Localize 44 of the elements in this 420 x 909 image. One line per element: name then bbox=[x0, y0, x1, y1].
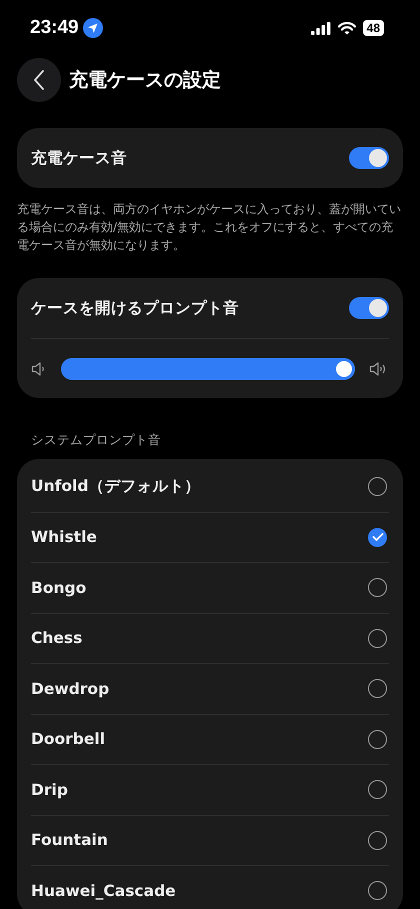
volume-low-icon bbox=[31, 360, 47, 376]
battery-indicator: 48 bbox=[362, 20, 384, 36]
radio-button[interactable] bbox=[368, 578, 387, 598]
radio-button[interactable] bbox=[368, 679, 387, 698]
back-button[interactable] bbox=[17, 58, 61, 102]
status-time: 23:49 bbox=[30, 17, 79, 39]
radio-button[interactable] bbox=[368, 628, 387, 648]
slider-thumb[interactable] bbox=[336, 360, 352, 376]
sound-option[interactable]: Unfold（デフォルト） bbox=[31, 462, 389, 512]
sound-name: Dewdrop bbox=[31, 680, 110, 698]
sound-name: Doorbell bbox=[31, 730, 106, 748]
sound-option[interactable]: Bongo bbox=[31, 563, 389, 612]
sound-option[interactable]: Chess bbox=[31, 614, 389, 663]
sound-name: Drip bbox=[31, 780, 68, 799]
signal-icon bbox=[310, 22, 331, 34]
setting-label: ケースを開けるプロンプト音 bbox=[31, 298, 239, 318]
radio-button[interactable] bbox=[368, 881, 387, 900]
chevron-left-icon bbox=[33, 70, 45, 90]
sound-option[interactable]: Fountain bbox=[31, 816, 389, 865]
radio-button[interactable] bbox=[368, 780, 387, 800]
description-text: 充電ケース音は、両方のイヤホンがケースに入っており、蓋が開いている場合にのみ有効/無効にできます。これをオフにすると、すべての充電ケース音が無効になります。 bbox=[17, 201, 402, 254]
toggle-switch[interactable] bbox=[349, 297, 389, 319]
volume-slider[interactable] bbox=[61, 358, 355, 380]
radio-button[interactable] bbox=[368, 730, 387, 749]
wifi-icon bbox=[338, 22, 356, 34]
radio-button[interactable] bbox=[368, 528, 387, 547]
sound-option[interactable]: Drip bbox=[31, 765, 389, 814]
sound-option[interactable]: Whistle bbox=[31, 512, 389, 562]
page-title: 充電ケースの設定 bbox=[69, 68, 221, 93]
sound-name: Whistle bbox=[31, 528, 97, 546]
setting-label: 充電ケース音 bbox=[31, 148, 127, 168]
radio-button[interactable] bbox=[368, 477, 387, 496]
checkmark-icon bbox=[372, 532, 384, 542]
sound-name: Fountain bbox=[31, 831, 108, 850]
sound-name: Huawei_Cascade bbox=[31, 882, 176, 900]
sound-option[interactable]: Huawei_Cascade bbox=[31, 866, 389, 909]
section-title: システムプロンプト音 bbox=[31, 432, 162, 449]
sound-option[interactable]: Doorbell bbox=[31, 714, 389, 764]
radio-button[interactable] bbox=[368, 830, 387, 850]
sound-name: Bongo bbox=[31, 578, 86, 597]
sound-option[interactable]: Dewdrop bbox=[31, 664, 389, 714]
sound-name: Chess bbox=[31, 629, 82, 648]
sound-name: Unfold（デフォルト） bbox=[31, 476, 200, 498]
toggle-switch[interactable] bbox=[349, 147, 389, 169]
